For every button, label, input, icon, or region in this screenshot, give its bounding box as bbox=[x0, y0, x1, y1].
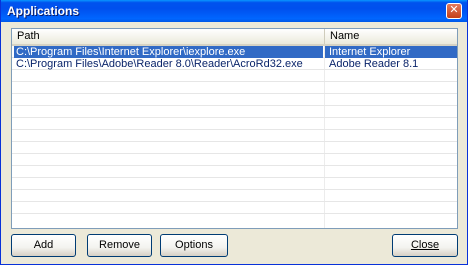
column-header-path[interactable]: Path bbox=[12, 29, 325, 44]
row-path: C:\Program Files\Internet Explorer\iexpl… bbox=[14, 46, 323, 58]
empty-row bbox=[12, 130, 457, 142]
table-row[interactable]: C:\Program Files\Internet Explorer\iexpl… bbox=[12, 46, 457, 58]
options-button[interactable]: Options bbox=[160, 234, 228, 257]
empty-row bbox=[12, 190, 457, 202]
close-button[interactable]: Close bbox=[392, 234, 458, 257]
empty-row bbox=[12, 118, 457, 130]
close-button-label: Close bbox=[410, 239, 440, 251]
add-button[interactable]: Add bbox=[11, 234, 76, 257]
empty-row bbox=[12, 106, 457, 118]
applications-list[interactable]: Path Name C:\Program Files\Internet Expl… bbox=[11, 28, 458, 229]
empty-row bbox=[12, 154, 457, 166]
empty-row bbox=[12, 142, 457, 154]
column-header-name[interactable]: Name bbox=[325, 29, 457, 44]
title-bar[interactable]: Applications ✕ bbox=[1, 0, 467, 22]
remove-button[interactable]: Remove bbox=[87, 234, 152, 257]
row-name: Internet Explorer bbox=[325, 46, 457, 58]
list-rows: C:\Program Files\Internet Explorer\iexpl… bbox=[12, 46, 457, 214]
row-name: Adobe Reader 8.1 bbox=[329, 58, 419, 70]
empty-row bbox=[12, 82, 457, 94]
empty-row bbox=[12, 70, 457, 82]
list-header: Path Name bbox=[12, 29, 457, 46]
close-icon[interactable]: ✕ bbox=[446, 3, 462, 19]
empty-row bbox=[12, 94, 457, 106]
empty-row bbox=[12, 202, 457, 214]
table-row[interactable]: C:\Program Files\Adobe\Reader 8.0\Reader… bbox=[12, 58, 457, 70]
applications-window: Applications ✕ Path Name C:\Program File… bbox=[0, 0, 468, 265]
empty-row bbox=[12, 178, 457, 190]
empty-row bbox=[12, 166, 457, 178]
window-title: Applications bbox=[7, 4, 80, 18]
row-path: C:\Program Files\Adobe\Reader 8.0\Reader… bbox=[16, 58, 303, 70]
